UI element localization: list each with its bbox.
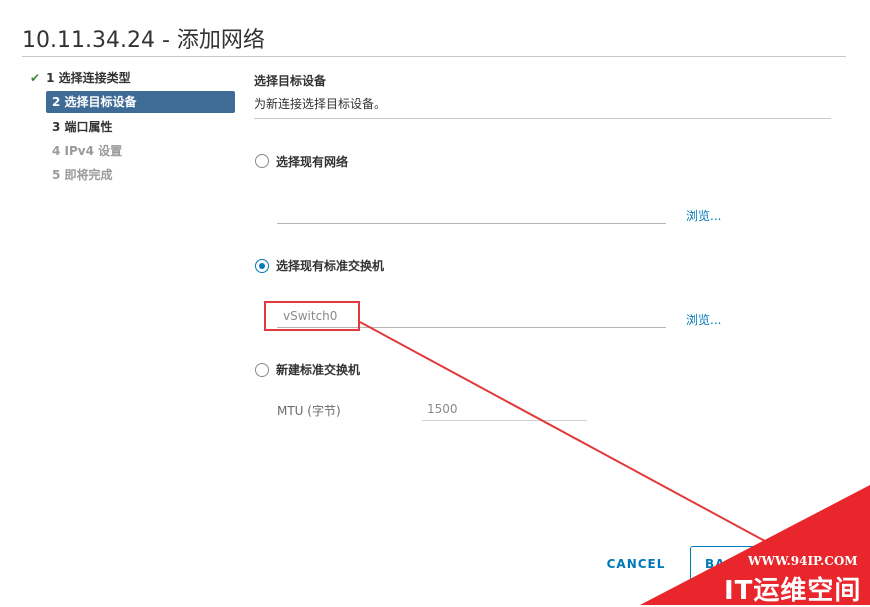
annotation-arrow-line: [359, 321, 801, 561]
annotation-overlay: [359, 321, 870, 605]
watermark-name: IT运维空间: [724, 576, 862, 606]
watermark-url: WWW.94IP.COM: [748, 554, 858, 568]
